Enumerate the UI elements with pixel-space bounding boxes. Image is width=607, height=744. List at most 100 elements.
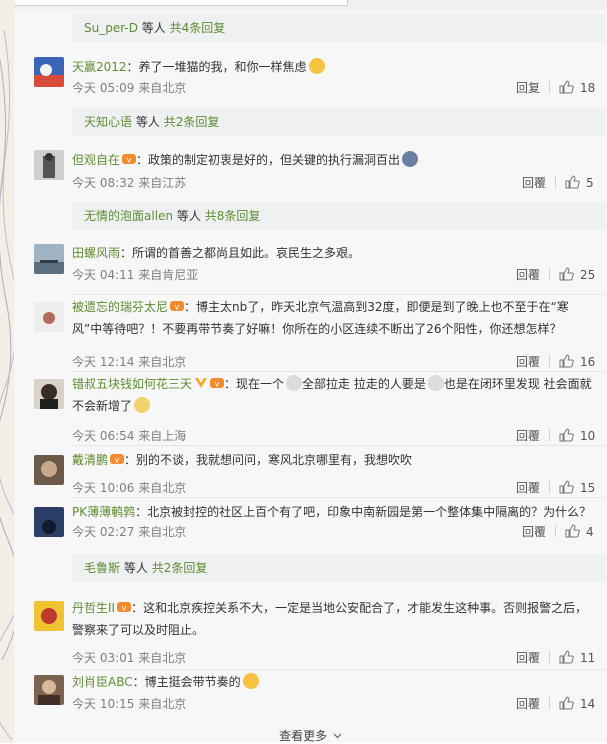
username[interactable]: 戴清鹏 <box>72 453 108 467</box>
like-count: 10 <box>580 429 596 443</box>
sub-reply-count[interactable]: 共8条回复 <box>205 209 261 223</box>
reply-button[interactable]: 回覆 <box>516 353 540 370</box>
avatar[interactable] <box>34 601 64 631</box>
reply-button[interactable]: 回覆 <box>516 695 540 712</box>
comment-actions: 回覆 15 <box>516 479 595 496</box>
avatar[interactable] <box>34 379 64 409</box>
reply-button[interactable]: 回覆 <box>516 427 540 444</box>
username[interactable]: 天赢2012 <box>72 60 127 74</box>
comment-body: ：博主挺会带节奏的 <box>132 675 241 689</box>
vip-badge-icon: v <box>210 378 225 389</box>
action-divider <box>555 525 557 537</box>
comment-text: 但观自在 v ：政策的制定初衷是好的，但关键的执行漏洞百出 <box>72 149 592 171</box>
username[interactable]: PK薄薄鹌鹑 <box>72 505 135 519</box>
comment-text: 刘肖臣ABC：博主挺会带节奏的 <box>72 671 592 693</box>
thumb-up-icon[interactable] <box>559 480 574 494</box>
comment-list: Su_per-D 等人 共4条回复 天赢2012：养了一堆猫的我，和你一样焦虑 … <box>14 9 607 743</box>
action-divider <box>549 481 551 493</box>
avatar[interactable] <box>34 675 64 705</box>
action-divider <box>549 355 551 367</box>
comment-body: ：别的不谈，我就想问问，寒风北京哪里有，我想吹吹 <box>124 453 413 467</box>
username[interactable]: 田螺风雨 <box>72 246 120 260</box>
comment-meta: 今天 04:11 来自肯尼亚 <box>72 268 199 282</box>
see-more-button[interactable]: 查看更多 <box>14 727 607 743</box>
thumb-up-icon[interactable] <box>565 524 580 538</box>
comment-text: 错叔五块钱如何花三天 v ：现在一个 全部拉走 拉走的人要是 也是在闭环里发现 社会面就… <box>72 373 592 417</box>
username[interactable]: 但观自在 <box>72 153 120 167</box>
crying-emoji-icon <box>402 151 419 167</box>
username[interactable]: 刘肖臣ABC <box>72 675 133 689</box>
like-count: 14 <box>580 697 596 711</box>
comment-actions: 回覆 16 <box>516 353 595 370</box>
sub-reply-summary[interactable]: 无情的泡面allen 等人 共8条回复 <box>72 202 606 230</box>
comment-text: 田螺风雨：所谓的首善之都尚且如此。哀民生之多艰。 <box>72 242 592 264</box>
like-count: 15 <box>580 481 596 495</box>
comment-body: ：现在一个 <box>224 377 285 391</box>
thumb-up-icon[interactable] <box>559 696 574 710</box>
username[interactable]: 错叔五块钱如何花三天 <box>72 377 192 391</box>
sub-reply-count[interactable]: 共2条回复 <box>164 115 220 129</box>
svg-text:v: v <box>122 604 127 613</box>
top-bar <box>0 0 607 9</box>
vip-badge-icon: v <box>110 454 125 465</box>
reply-button[interactable]: 回覆 <box>522 174 546 191</box>
comment-actions: 回覆 14 <box>516 695 595 712</box>
verified-v-icon <box>195 378 208 388</box>
avatar[interactable] <box>34 507 64 537</box>
glasses-emoji-icon <box>134 397 151 413</box>
reply-button[interactable]: 回复 <box>516 79 540 96</box>
sub-reply-summary[interactable]: Su_per-D 等人 共4条回复 <box>72 14 606 42</box>
thumb-up-icon[interactable] <box>559 267 574 281</box>
sub-reply-users[interactable]: 无情的泡面allen <box>84 209 173 223</box>
comment-actions: 回覆 5 <box>522 174 594 191</box>
avatar[interactable] <box>34 57 64 87</box>
like-count: 25 <box>580 268 596 282</box>
comment-meta: 今天 02:27 来自北京 <box>72 525 187 539</box>
sub-reply-mid: 等人 <box>135 115 160 129</box>
top-bar-panel <box>0 0 348 6</box>
username[interactable]: 丹哲生II <box>72 601 115 615</box>
thumb-up-icon[interactable] <box>559 80 574 94</box>
action-divider <box>549 81 551 93</box>
thumb-up-icon[interactable] <box>565 175 580 189</box>
thumb-up-icon[interactable] <box>559 354 574 368</box>
sub-reply-summary[interactable]: 天知心语 等人 共2条回复 <box>72 108 606 136</box>
sweat-smile-emoji-icon <box>242 673 259 689</box>
action-divider <box>549 697 551 709</box>
avatar[interactable] <box>34 455 64 485</box>
svg-text:v: v <box>127 156 132 165</box>
sub-reply-users[interactable]: 天知心语 <box>84 115 132 129</box>
avatar[interactable] <box>34 150 64 180</box>
see-more-label: 查看更多 <box>279 729 328 743</box>
sub-reply-users[interactable]: 毛鲁斯 <box>84 561 120 575</box>
vip-badge-icon: v <box>122 154 137 165</box>
action-divider <box>549 268 551 280</box>
sub-reply-mid: 等人 <box>176 209 201 223</box>
like-count: 11 <box>580 651 596 665</box>
comment-body: ：政策的制定初衷是好的，但关键的执行漏洞百出 <box>136 153 401 167</box>
sub-reply-users[interactable]: Su_per-D <box>84 21 138 35</box>
like-count: 18 <box>580 81 596 95</box>
chevron-down-icon <box>333 733 342 739</box>
svg-text:v: v <box>215 380 220 389</box>
reply-button[interactable]: 回覆 <box>522 523 546 540</box>
divider <box>72 294 606 295</box>
sub-reply-summary[interactable]: 毛鲁斯 等人 共2条回复 <box>72 554 606 582</box>
avatar[interactable] <box>34 302 64 332</box>
reply-button[interactable]: 回覆 <box>516 479 540 496</box>
reply-button[interactable]: 回覆 <box>516 266 540 283</box>
sub-reply-count[interactable]: 共2条回复 <box>152 561 208 575</box>
thumb-up-icon[interactable] <box>559 650 574 664</box>
comment-meta: 今天 10:06 来自北京 <box>72 481 187 495</box>
reply-button[interactable]: 回覆 <box>516 649 540 666</box>
avatar[interactable] <box>34 244 64 274</box>
thumb-up-icon[interactable] <box>559 428 574 442</box>
comment-body-2: 全部拉走 拉走的人要是 <box>302 377 426 391</box>
username[interactable]: 被遗忘的瑞芬太尼 <box>72 300 168 314</box>
sheep-emoji-icon <box>427 375 444 391</box>
sub-reply-count[interactable]: 共4条回复 <box>170 21 226 35</box>
like-count: 16 <box>580 355 596 369</box>
sub-reply-mid: 等人 <box>123 561 148 575</box>
vip-badge-icon: v <box>117 602 132 613</box>
action-divider <box>549 429 551 441</box>
